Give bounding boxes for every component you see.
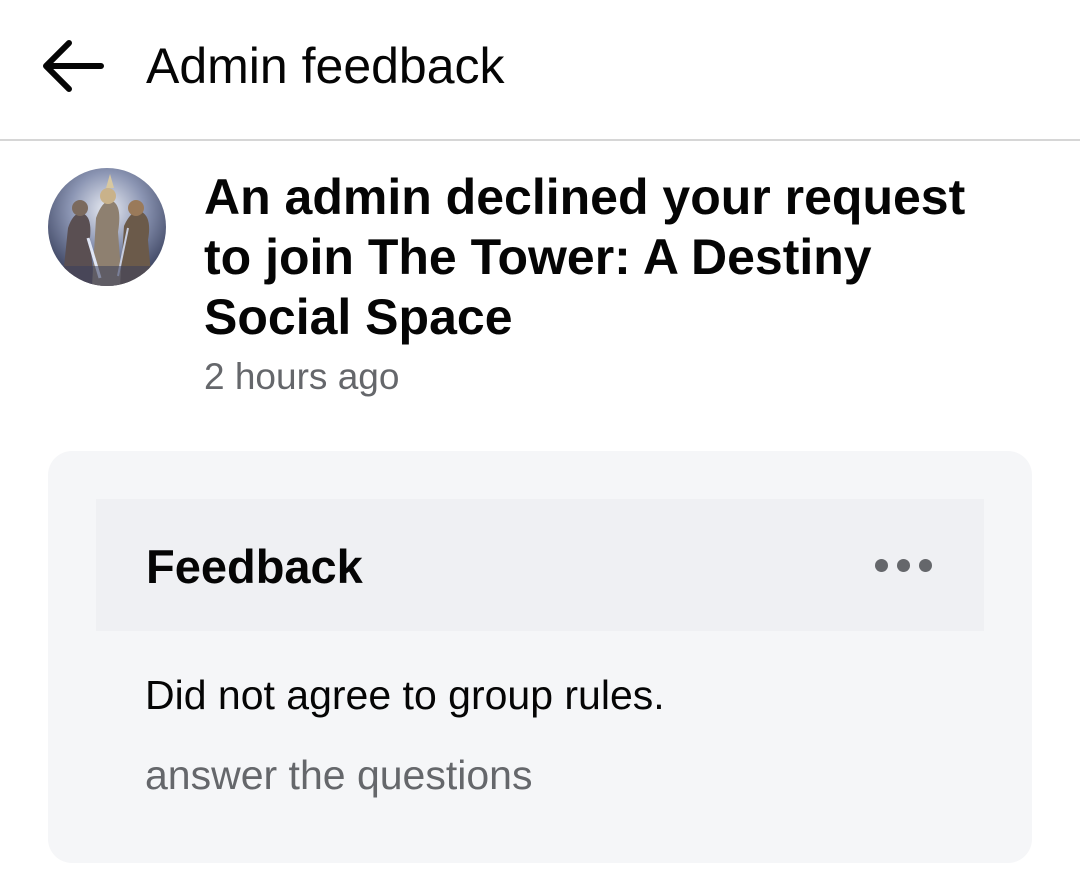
admin-note: answer the questions	[145, 752, 533, 798]
back-button[interactable]	[36, 30, 108, 102]
page-title: Admin feedback	[146, 38, 505, 94]
notification-timestamp: 2 hours ago	[204, 356, 400, 397]
more-dot	[896, 558, 910, 572]
group-avatar-image	[48, 168, 166, 286]
arrow-left-icon	[43, 40, 104, 92]
more-dot	[918, 558, 932, 572]
feedback-title: Feedback	[146, 540, 363, 593]
feedback-card: Feedback Did not agree to group rules. a…	[48, 451, 1032, 863]
group-avatar[interactable]	[48, 168, 166, 286]
more-horizontal-icon	[874, 558, 888, 572]
more-options-button[interactable]	[868, 545, 938, 585]
feedback-card-header: Feedback	[96, 499, 984, 631]
notification-item: An admin declined your request to join T…	[0, 141, 1080, 441]
decline-reason: Did not agree to group rules.	[145, 672, 665, 718]
top-app-bar: Admin feedback	[0, 0, 1080, 141]
notification-message[interactable]: An admin declined your request to join T…	[204, 167, 1024, 347]
